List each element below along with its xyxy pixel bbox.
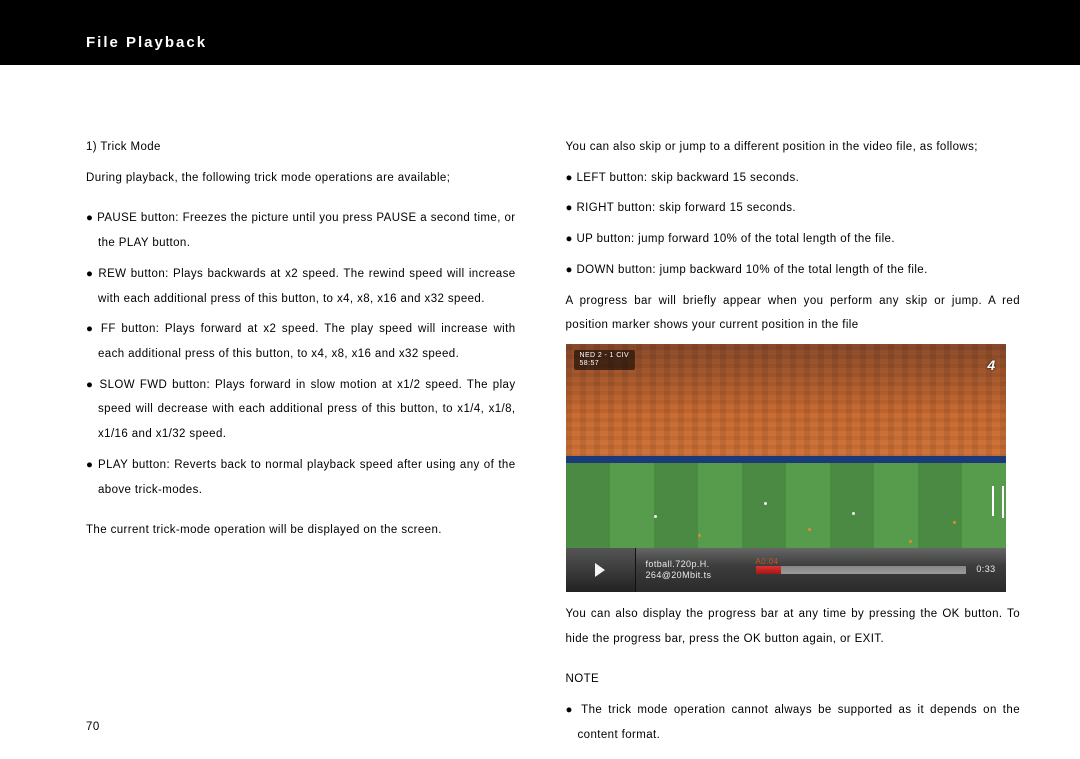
page-number: 70 [86,721,100,733]
note-heading: NOTE [566,667,1020,692]
time-current: A0:04 [756,553,779,570]
bullet-item: ● SLOW FWD button: Plays forward in slow… [86,373,516,447]
file-name-line2: 264@20Mbit.ts [646,570,746,581]
trick-mode-heading: 1) Trick Mode [86,135,516,160]
progress-area[interactable]: A0:04 0:33 [756,548,1006,592]
file-name-line1: fotball.720p.H. [646,559,746,570]
file-info: fotball.720p.H. 264@20Mbit.ts [636,559,756,582]
progress-note: A progress bar will briefly appear when … [566,289,1020,338]
bullet-item: ● RIGHT button: skip forward 15 seconds. [566,196,1020,221]
play-button[interactable] [566,548,636,592]
trick-mode-outro: The current trick-mode operation will be… [86,518,516,543]
skip-intro: You can also skip or jump to a different… [566,135,1020,160]
video-screenshot: NED 2 - 1 CIV 58:57 4 fotball.720p.H. 26… [566,344,1006,592]
bullet-item: ● FF button: Plays forward at x2 speed. … [86,317,516,366]
scoreboard-clock: 58:57 [580,360,630,368]
play-icon [595,563,605,577]
trick-mode-intro: During playback, the following trick mod… [86,166,516,191]
bullet-item: ● LEFT button: skip backward 15 seconds. [566,166,1020,191]
page-title: File Playback [86,34,207,51]
bullet-item: ● PAUSE button: Freezes the picture unti… [86,206,516,255]
note-bullet: ● The trick mode operation cannot always… [566,698,1020,747]
content-area: 1) Trick Mode During playback, the follo… [0,65,1080,754]
player-bar: fotball.720p.H. 264@20Mbit.ts A0:04 0:33 [566,548,1006,592]
after-image-note: You can also display the progress bar at… [566,602,1020,651]
channel-logo: 4 [987,350,995,380]
header-bar: File Playback [0,0,1080,65]
goal-post [1002,488,1004,518]
progress-track[interactable]: A0:04 [756,566,967,574]
scoreboard-score: NED 2 - 1 CIV [580,352,630,360]
right-column: You can also skip or jump to a different… [566,135,1020,754]
time-total: 0:33 [976,560,995,579]
bullet-item: ● UP button: jump forward 10% of the tot… [566,227,1020,252]
left-column: 1) Trick Mode During playback, the follo… [86,135,516,754]
bullet-item: ● DOWN button: jump backward 10% of the … [566,258,1020,283]
bullet-item: ● PLAY button: Reverts back to normal pl… [86,453,516,502]
bullet-item: ● REW button: Plays backwards at x2 spee… [86,262,516,311]
scoreboard: NED 2 - 1 CIV 58:57 [574,350,636,370]
